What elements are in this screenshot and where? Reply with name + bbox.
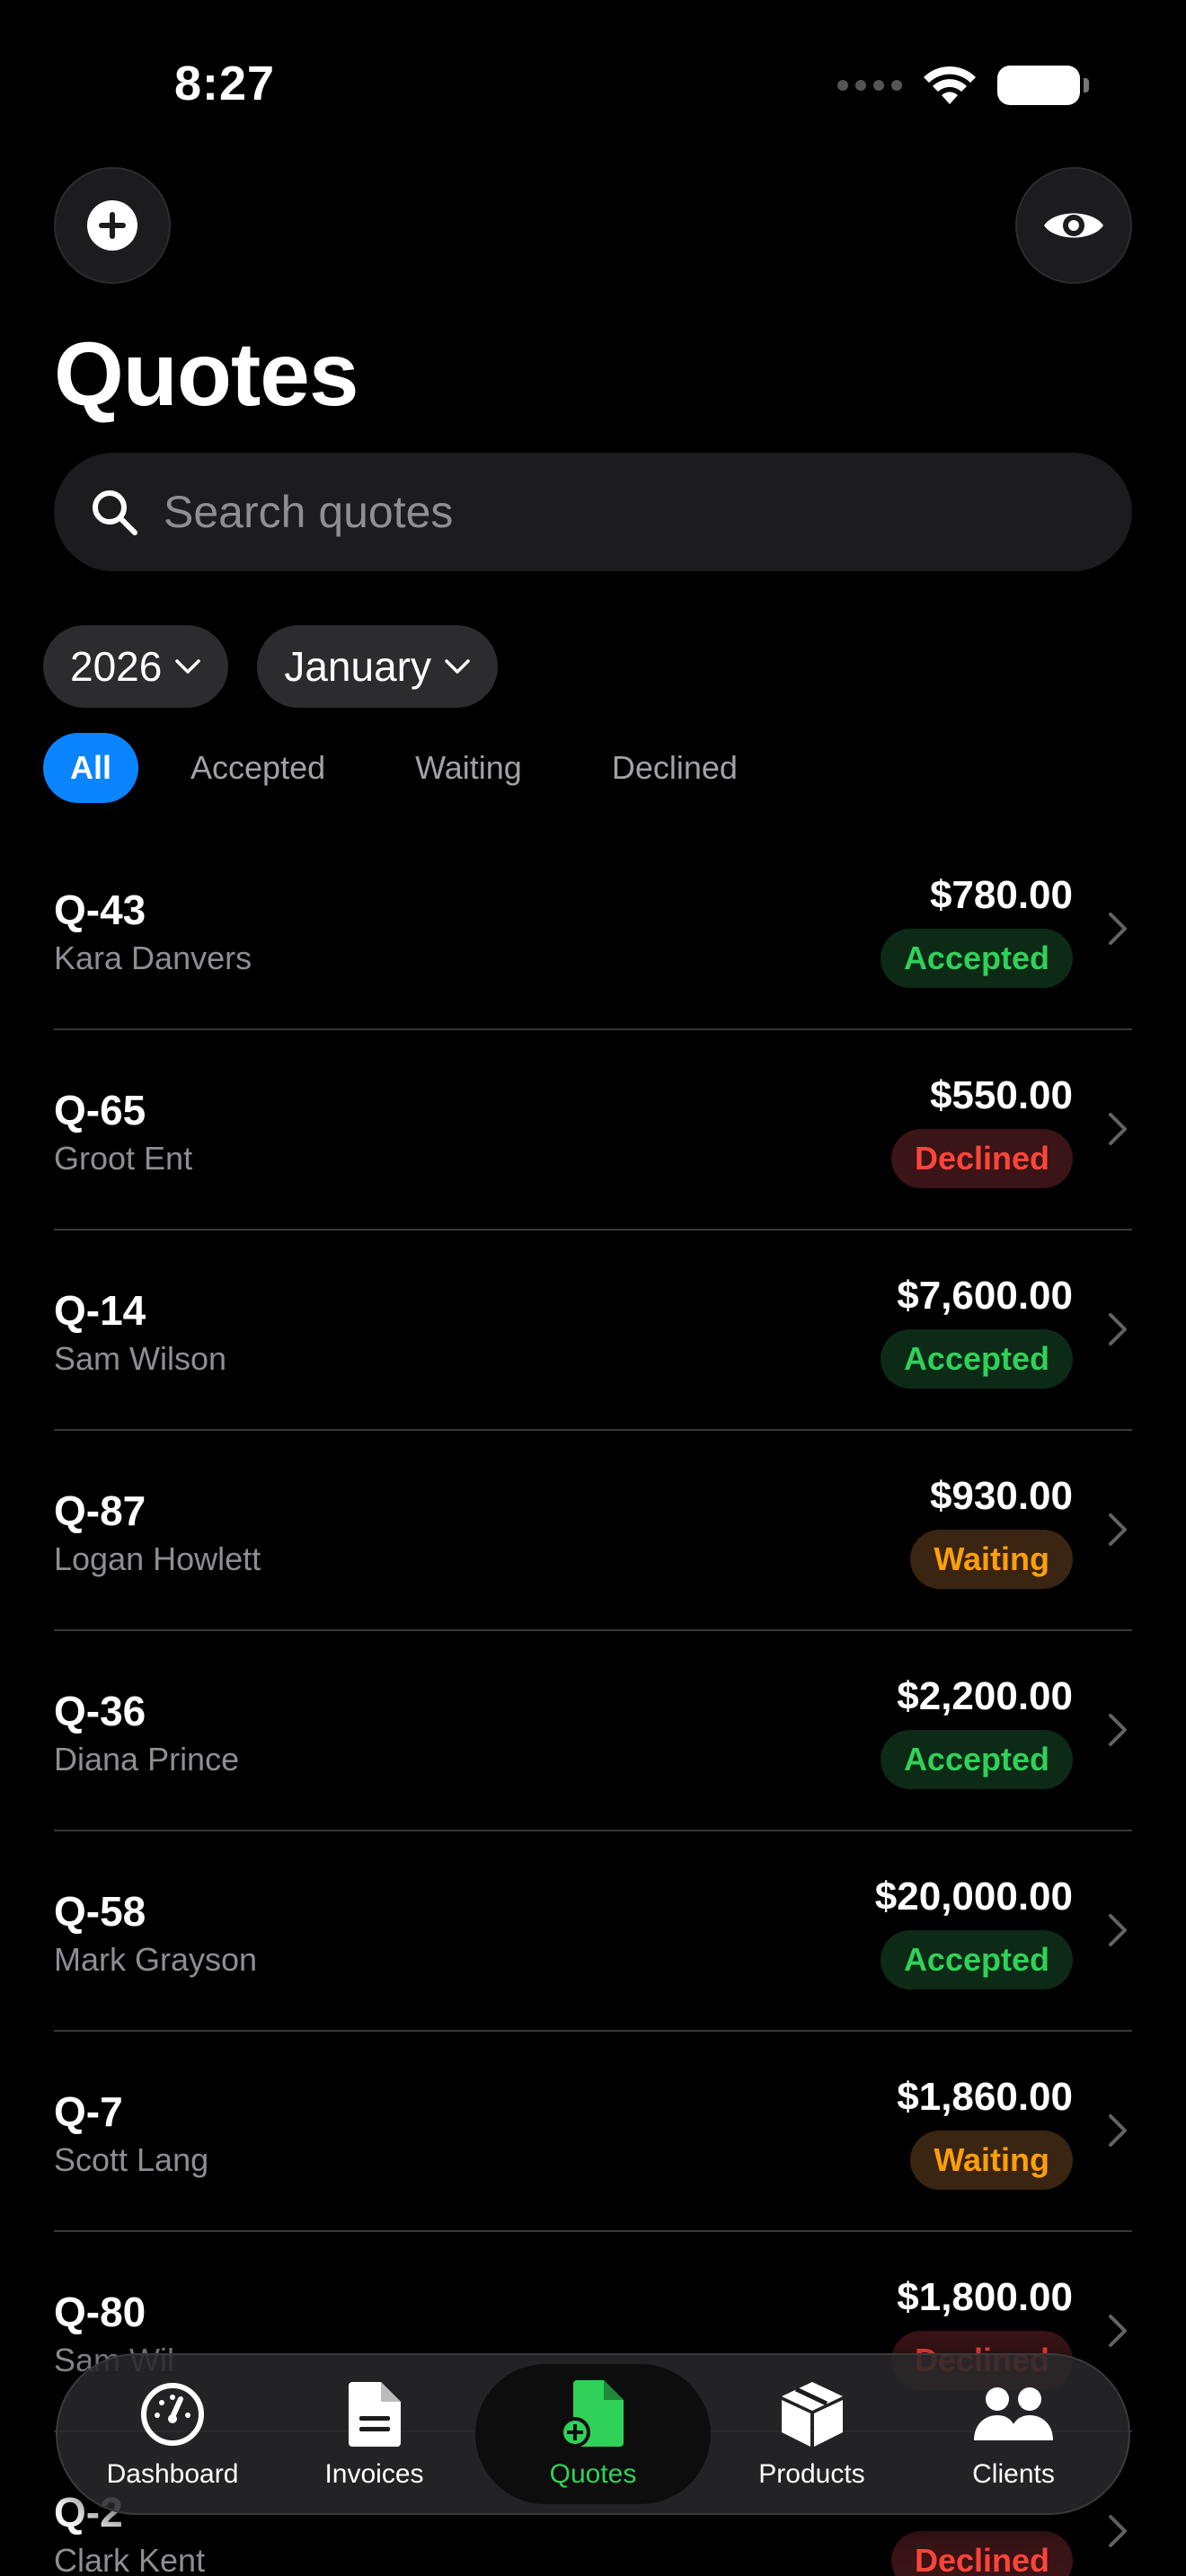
chevron-right-icon [1109,1714,1127,1746]
chevron-right-icon [1109,1113,1127,1145]
client-name: Scott Lang [54,2141,209,2178]
tab-accepted[interactable]: Accepted [164,733,352,803]
quote-amount: $20,000.00 [874,1875,1073,1919]
cellular-signal-icon [837,80,902,91]
year-dropdown[interactable]: 2026 [43,625,229,708]
document-plus-icon [560,2380,624,2448]
quote-amount: $7,600.00 [897,1274,1073,1318]
status-badge: Declined [890,1129,1073,1188]
search-icon [93,490,137,535]
tab-all[interactable]: All [43,733,139,803]
quote-id: Q-87 [54,1487,146,1534]
client-name: Groot Ent [54,1140,193,1177]
chevron-right-icon [1109,913,1127,945]
quote-id: Q-14 [54,1287,146,1334]
client-name: Mark Grayson [54,1941,258,1978]
quote-amount: $930.00 [929,1474,1073,1518]
quote-amount: $550.00 [929,1073,1073,1117]
chevron-right-icon [1109,1513,1127,1546]
chevron-down-icon [445,659,470,674]
quote-row[interactable]: Q-58 Mark Grayson $20,000.00 Accepted [54,1831,1132,2032]
client-name: Clark Kent [54,2542,206,2576]
quote-row[interactable]: Q-36 Diana Prince $2,200.00 Accepted [54,1631,1132,1831]
tab-clients[interactable]: Clients [913,2364,1114,2504]
chevron-right-icon [1109,2114,1127,2147]
status-time: 8:27 [174,57,276,110]
tab-label: Clients [972,2459,1055,2489]
gauge-icon [141,2383,204,2446]
tab-declined[interactable]: Declined [585,733,765,803]
month-dropdown[interactable]: January [257,625,498,708]
chevron-down-icon [175,659,201,674]
add-quote-button[interactable] [54,167,171,284]
client-name: Logan Howlett [54,1540,261,1577]
document-icon [348,2382,401,2447]
client-name: Kara Danvers [54,940,252,976]
tab-label: Dashboard [106,2459,239,2489]
page-title: Quotes [54,324,358,425]
month-value: January [284,643,431,690]
wifi-icon [924,66,976,104]
quote-row[interactable]: Q-14 Sam Wilson $7,600.00 Accepted [54,1231,1132,1431]
people-icon [974,2387,1053,2440]
tab-waiting[interactable]: Waiting [388,733,549,803]
status-badge: Accepted [880,1930,1073,1989]
status-badge: Accepted [880,929,1073,988]
battery-icon [997,66,1089,105]
tab-label: Invoices [324,2459,424,2489]
status-filter-tabs: All Accepted Waiting Declined [43,733,801,803]
search-bar[interactable] [54,453,1132,571]
tab-invoices[interactable]: Invoices [274,2364,475,2504]
chevron-right-icon [1109,1313,1127,1345]
quote-id: Q-80 [54,2289,146,2335]
eye-icon [1044,213,1103,238]
tab-label: Products [758,2459,865,2489]
quote-id: Q-65 [54,1087,146,1134]
status-badge: Accepted [880,1730,1073,1789]
date-filters: 2026 January [43,625,498,708]
chevron-right-icon [1109,1914,1127,1946]
year-value: 2026 [70,643,163,690]
status-badge: Waiting [910,1530,1073,1589]
status-badge: Declined [890,2531,1073,2576]
search-input[interactable] [164,486,1062,538]
status-badge: Accepted [880,1329,1073,1389]
client-name: Sam Wilson [54,1340,227,1377]
tab-label: Quotes [549,2459,637,2489]
tab-bar: Dashboard Invoices Quotes Products Clien… [56,2353,1130,2515]
quote-amount: $780.00 [929,873,1073,917]
quote-id: Q-36 [54,1688,146,1734]
quote-row[interactable]: Q-65 Groot Ent $550.00 Declined [54,1030,1132,1231]
chevron-right-icon [1109,2515,1127,2547]
client-name: Diana Prince [54,1741,240,1778]
status-icons [837,65,1089,106]
tab-quotes[interactable]: Quotes [475,2364,711,2504]
tab-dashboard[interactable]: Dashboard [72,2364,273,2504]
quote-id: Q-43 [54,887,146,933]
quote-amount: $1,860.00 [897,2075,1073,2119]
tab-products[interactable]: Products [712,2364,913,2504]
status-badge: Waiting [910,2130,1073,2190]
quote-list: Q-43 Kara Danvers $780.00 Accepted Q-65 … [54,830,1132,2576]
chevron-right-icon [1109,2315,1127,2347]
box-icon [781,2382,843,2447]
quote-row[interactable]: Q-7 Scott Lang $1,860.00 Waiting [54,2032,1132,2232]
quote-row[interactable]: Q-87 Logan Howlett $930.00 Waiting [54,1431,1132,1631]
quote-id: Q-58 [54,1888,146,1935]
quote-row[interactable]: Q-43 Kara Danvers $780.00 Accepted [54,830,1132,1030]
quote-amount: $1,800.00 [897,2275,1073,2319]
visibility-toggle-button[interactable] [1015,167,1132,284]
quote-amount: $2,200.00 [897,1674,1073,1718]
plus-circle-icon [87,200,137,251]
quote-id: Q-7 [54,2088,123,2135]
